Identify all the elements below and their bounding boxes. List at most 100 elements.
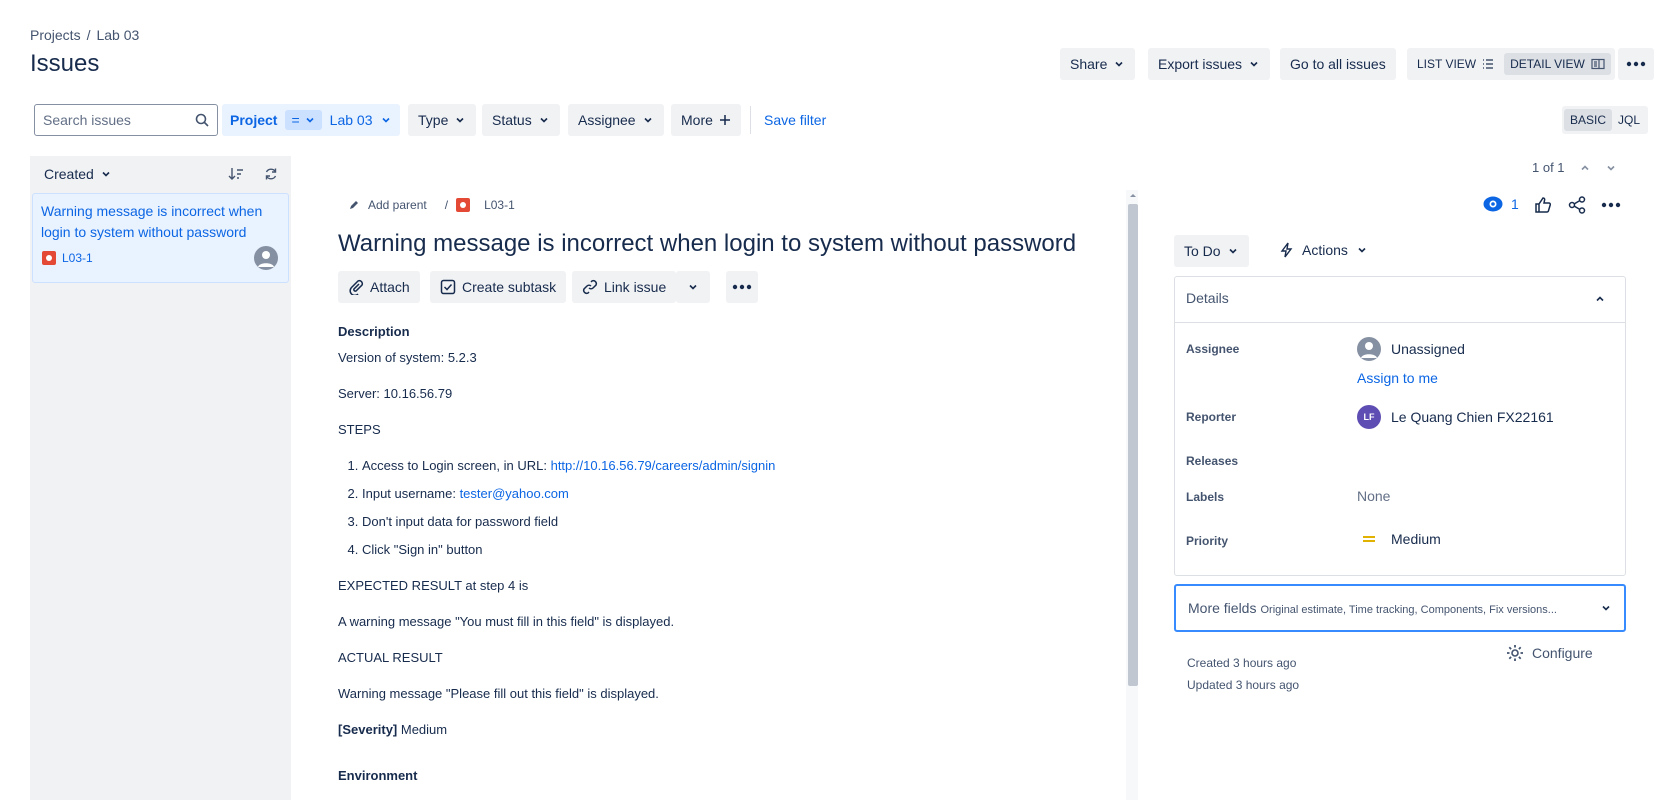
basic-mode-button[interactable]: BASIC <box>1564 109 1613 131</box>
subtask-icon <box>440 279 456 295</box>
filter-divider <box>750 106 751 134</box>
expected-heading: EXPECTED RESULT at step 4 is <box>338 578 529 593</box>
scrollbar-thumb[interactable] <box>1128 204 1138 686</box>
sort-order-icon[interactable] <box>228 167 244 181</box>
type-filter-label: Type <box>418 112 449 128</box>
severity-value: Medium <box>397 722 448 737</box>
chevron-down-icon <box>644 117 652 123</box>
actual-result: Warning message "Please fill out this fi… <box>338 686 659 701</box>
chevron-down-icon <box>1229 248 1237 254</box>
detail-view-button[interactable]: DETAIL VIEW <box>1504 53 1611 75</box>
more-actions-button[interactable] <box>1618 48 1654 80</box>
go-to-all-issues-button[interactable]: Go to all issues <box>1280 48 1396 80</box>
issue-title[interactable]: Warning message is incorrect when login … <box>338 230 1076 258</box>
status-filter-label: Status <box>492 112 532 128</box>
link-issue-dropdown[interactable] <box>676 271 710 303</box>
chevron-down-icon[interactable] <box>1605 162 1617 174</box>
sort-by-created[interactable]: Created <box>44 166 112 182</box>
sort-label: Created <box>44 166 94 182</box>
attach-button[interactable]: Attach <box>338 271 420 303</box>
actions-dropdown[interactable]: Actions <box>1280 242 1368 258</box>
search-icon <box>195 113 209 127</box>
issue-key-link[interactable]: L03-1 <box>484 198 515 212</box>
link-issue-button[interactable]: Link issue <box>572 271 677 303</box>
actual-heading: ACTUAL RESULT <box>338 650 443 665</box>
more-filters-button[interactable]: More <box>671 104 741 136</box>
status-filter[interactable]: Status <box>482 104 560 136</box>
actions-label: Actions <box>1302 242 1348 258</box>
project-filter[interactable]: Project = Lab 03 <box>222 104 401 136</box>
detail-view-label: DETAIL VIEW <box>1510 57 1585 71</box>
scroll-up-arrow-icon[interactable] <box>1128 191 1138 199</box>
save-filter-link[interactable]: Save filter <box>764 112 826 128</box>
link-icon <box>582 279 598 295</box>
more-issue-actions-button[interactable] <box>726 271 758 303</box>
search-mode-toggle: BASIC JQL <box>1562 106 1649 134</box>
share-button[interactable]: Share <box>1060 48 1136 80</box>
add-parent-link[interactable]: Add parent <box>368 198 427 212</box>
environment-heading: Environment <box>338 768 418 783</box>
assign-to-me-link[interactable]: Assign to me <box>1357 370 1438 386</box>
watch-button[interactable]: 1 <box>1483 196 1519 212</box>
chevron-up-icon[interactable] <box>1594 293 1606 305</box>
more-horizontal-icon <box>732 284 752 290</box>
more-fields-panel[interactable]: More fields Original estimate, Time trac… <box>1174 584 1626 632</box>
chevron-down-icon <box>1115 61 1123 67</box>
type-filter[interactable]: Type <box>408 104 477 136</box>
share-label: Share <box>1070 56 1108 72</box>
operator-label: = <box>291 112 300 128</box>
more-horizontal-icon[interactable] <box>1601 202 1621 208</box>
reporter-value[interactable]: LF Le Quang Chien FX22161 <box>1357 405 1554 429</box>
step-text: Access to Login screen, in URL: <box>362 458 551 473</box>
more-fields-label: More fields <box>1188 600 1257 616</box>
project-operator[interactable]: = <box>285 110 322 130</box>
priority-value[interactable]: Medium <box>1357 531 1441 547</box>
list-item-title: Warning message is incorrect when login … <box>41 203 263 240</box>
breadcrumb-separator: / <box>86 27 91 43</box>
chevron-down-icon <box>1358 247 1366 253</box>
assignee-value[interactable]: Unassigned <box>1357 337 1465 361</box>
project-filter-label: Project <box>230 112 278 128</box>
lightning-icon <box>1280 242 1293 258</box>
status-label: To Do <box>1184 243 1221 259</box>
assignee-filter[interactable]: Assignee <box>568 104 664 136</box>
signin-url-link[interactable]: http://10.16.56.79/careers/admin/signin <box>551 458 776 473</box>
detail-view-icon <box>1591 58 1605 70</box>
share-icon[interactable] <box>1568 196 1586 214</box>
create-subtask-label: Create subtask <box>462 279 557 295</box>
refresh-icon[interactable] <box>264 167 278 181</box>
created-timestamp: Created 3 hours ago <box>1187 656 1297 670</box>
configure-label: Configure <box>1532 645 1593 661</box>
issue-breadcrumb: Add parent / L03-1 <box>348 198 515 212</box>
create-subtask-button[interactable]: Create subtask <box>430 271 567 303</box>
project-filter-value: Lab 03 <box>329 112 373 128</box>
export-issues-button[interactable]: Export issues <box>1148 48 1271 80</box>
timestamps: Created 3 hours ago Updated 3 hours ago <box>1187 652 1299 696</box>
breadcrumb-project[interactable]: Lab 03 <box>96 27 139 43</box>
configure-button[interactable]: Configure <box>1506 644 1593 662</box>
labels-value[interactable]: None <box>1357 488 1390 504</box>
labels-label: Labels <box>1186 490 1225 504</box>
list-item-key: L03-1 <box>42 251 93 265</box>
search-input[interactable] <box>43 112 183 128</box>
thumbs-up-icon[interactable] <box>1534 196 1552 214</box>
email-link[interactable]: tester@yahoo.com <box>460 486 569 501</box>
details-heading[interactable]: Details <box>1186 290 1229 306</box>
breadcrumb-projects[interactable]: Projects <box>30 27 81 43</box>
reporter-name: Le Quang Chien FX22161 <box>1391 409 1554 425</box>
jql-mode-button[interactable]: JQL <box>1612 109 1646 131</box>
pencil-icon <box>350 201 358 209</box>
reporter-label: Reporter <box>1186 410 1237 424</box>
priority-medium-icon <box>1363 536 1375 542</box>
pager-text: 1 of 1 <box>1532 160 1565 175</box>
avatar: LF <box>1357 405 1381 429</box>
bug-icon <box>42 251 56 265</box>
more-horizontal-icon <box>1626 61 1646 67</box>
status-dropdown[interactable]: To Do <box>1174 235 1249 267</box>
bug-icon <box>456 198 471 212</box>
chevron-up-icon[interactable] <box>1579 162 1591 174</box>
plus-icon <box>719 115 730 125</box>
chevron-down-icon <box>1602 605 1610 611</box>
step-text: Input username: <box>362 486 460 501</box>
list-view-button[interactable]: LIST VIEW <box>1411 53 1500 75</box>
